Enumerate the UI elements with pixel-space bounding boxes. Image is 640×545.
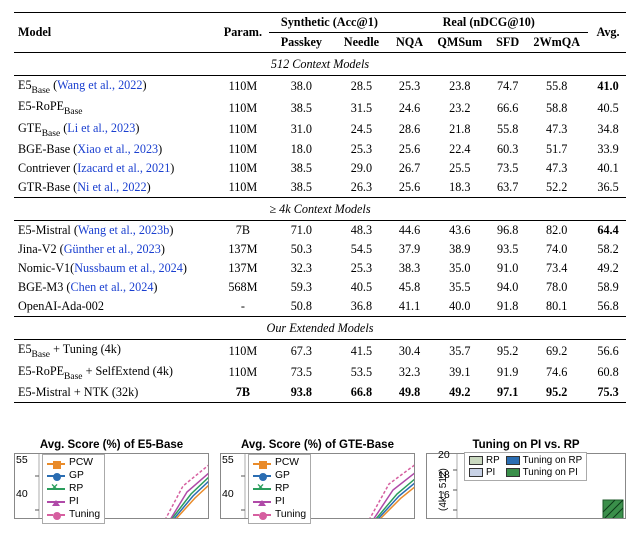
table-row: E5-RoPEBase + SelfExtend (4k)110M73.553.… xyxy=(14,362,626,383)
table-row: Jina-V2 (Günther et al., 2023)137M50.354… xyxy=(14,240,626,259)
lg-pi: PI xyxy=(275,496,285,509)
col-needle: Needle xyxy=(333,33,389,53)
legend: PCW GP RP PI Tuning xyxy=(248,454,311,524)
lg-tuning: Tuning xyxy=(275,509,306,522)
table-row: OpenAI-Ada-002-50.836.841.140.091.880.15… xyxy=(14,297,626,317)
lg-pcw: PCW xyxy=(275,457,299,470)
ytick: 40 xyxy=(222,488,234,500)
table-row: GTEBase (Li et al., 2023)110M31.024.528.… xyxy=(14,119,626,140)
col-sfd: SFD xyxy=(490,33,526,53)
lg-rp: RP xyxy=(275,483,289,496)
legend: PCW GP RP PI Tuning xyxy=(42,454,105,524)
table-row: E5Base (Wang et al., 2022)110M38.028.525… xyxy=(14,76,626,98)
table-row: BGE-Base (Xiao et al., 2023)110M18.025.3… xyxy=(14,140,626,159)
ytick: 20 xyxy=(438,449,450,461)
lg-pi: PI xyxy=(486,467,495,478)
table-row: E5-Mistral + NTK (32k)7B93.866.849.849.2… xyxy=(14,383,626,402)
table-row: GTR-Base (Ni et al., 2022)110M38.526.325… xyxy=(14,178,626,198)
benchmark-table: Model Param. Synthetic (Acc@1) Real (nDC… xyxy=(14,12,626,403)
charts-row: Avg. Score (%) of E5-Base 55 40 PCW GP R… xyxy=(14,439,626,523)
table-row: E5-Mistral (Wang et al., 2023b)7B71.048.… xyxy=(14,221,626,241)
lg-pcw: PCW xyxy=(69,457,93,470)
table-section-row: 512 Context Models xyxy=(14,53,626,76)
col-2wmqa: 2WmQA xyxy=(525,33,588,53)
chart-title: Tuning on PI vs. RP xyxy=(426,439,626,451)
lg-gp: GP xyxy=(275,470,290,483)
table-row: E5-RoPEBase110M38.531.524.623.266.658.84… xyxy=(14,97,626,118)
lg-rp: RP xyxy=(69,483,83,496)
legend: RP Tuning on RP PI Tuning on PI xyxy=(464,452,587,481)
chart-pi-vs-rp: Tuning on PI vs. RP 20 18 16 (4k - 512) … xyxy=(426,439,626,523)
chart-e5-base: Avg. Score (%) of E5-Base 55 40 PCW GP R… xyxy=(14,439,209,523)
table-section-row: ≥ 4k Context Models xyxy=(14,198,626,221)
ytick: 55 xyxy=(222,454,234,466)
lg-trp: Tuning on RP xyxy=(523,455,583,466)
table-section-row: Our Extended Models xyxy=(14,317,626,340)
col-passkey: Passkey xyxy=(269,33,333,53)
col-avg: Avg. xyxy=(588,13,626,53)
chart-title: Avg. Score (%) of GTE-Base xyxy=(220,439,415,451)
y-axis-label: (4k - 512) xyxy=(438,468,449,511)
lg-rp: RP xyxy=(486,455,500,466)
lg-gp: GP xyxy=(69,470,84,483)
col-model: Model xyxy=(14,13,216,53)
ytick: 40 xyxy=(16,488,28,500)
col-param: Param. xyxy=(216,13,269,53)
chart-title: Avg. Score (%) of E5-Base xyxy=(14,439,209,451)
col-nqa: NQA xyxy=(389,33,429,53)
table-row: BGE-M3 (Chen et al., 2024)568M59.340.545… xyxy=(14,278,626,297)
col-synthetic: Synthetic (Acc@1) xyxy=(269,13,389,33)
chart-gte-base: Avg. Score (%) of GTE-Base 55 40 PCW GP … xyxy=(220,439,415,523)
table-row: Contriever (Izacard et al., 2021)110M38.… xyxy=(14,159,626,178)
lg-tpi: Tuning on PI xyxy=(523,467,578,478)
table-row: E5Base + Tuning (4k)110M67.341.530.435.7… xyxy=(14,340,626,362)
lg-pi: PI xyxy=(69,496,79,509)
table-row: Nomic-V1(Nussbaum et al., 2024)137M32.32… xyxy=(14,259,626,278)
col-qmsum: QMSum xyxy=(430,33,490,53)
col-real: Real (nDCG@10) xyxy=(389,13,588,33)
lg-tuning: Tuning xyxy=(69,509,100,522)
ytick: 55 xyxy=(16,454,28,466)
